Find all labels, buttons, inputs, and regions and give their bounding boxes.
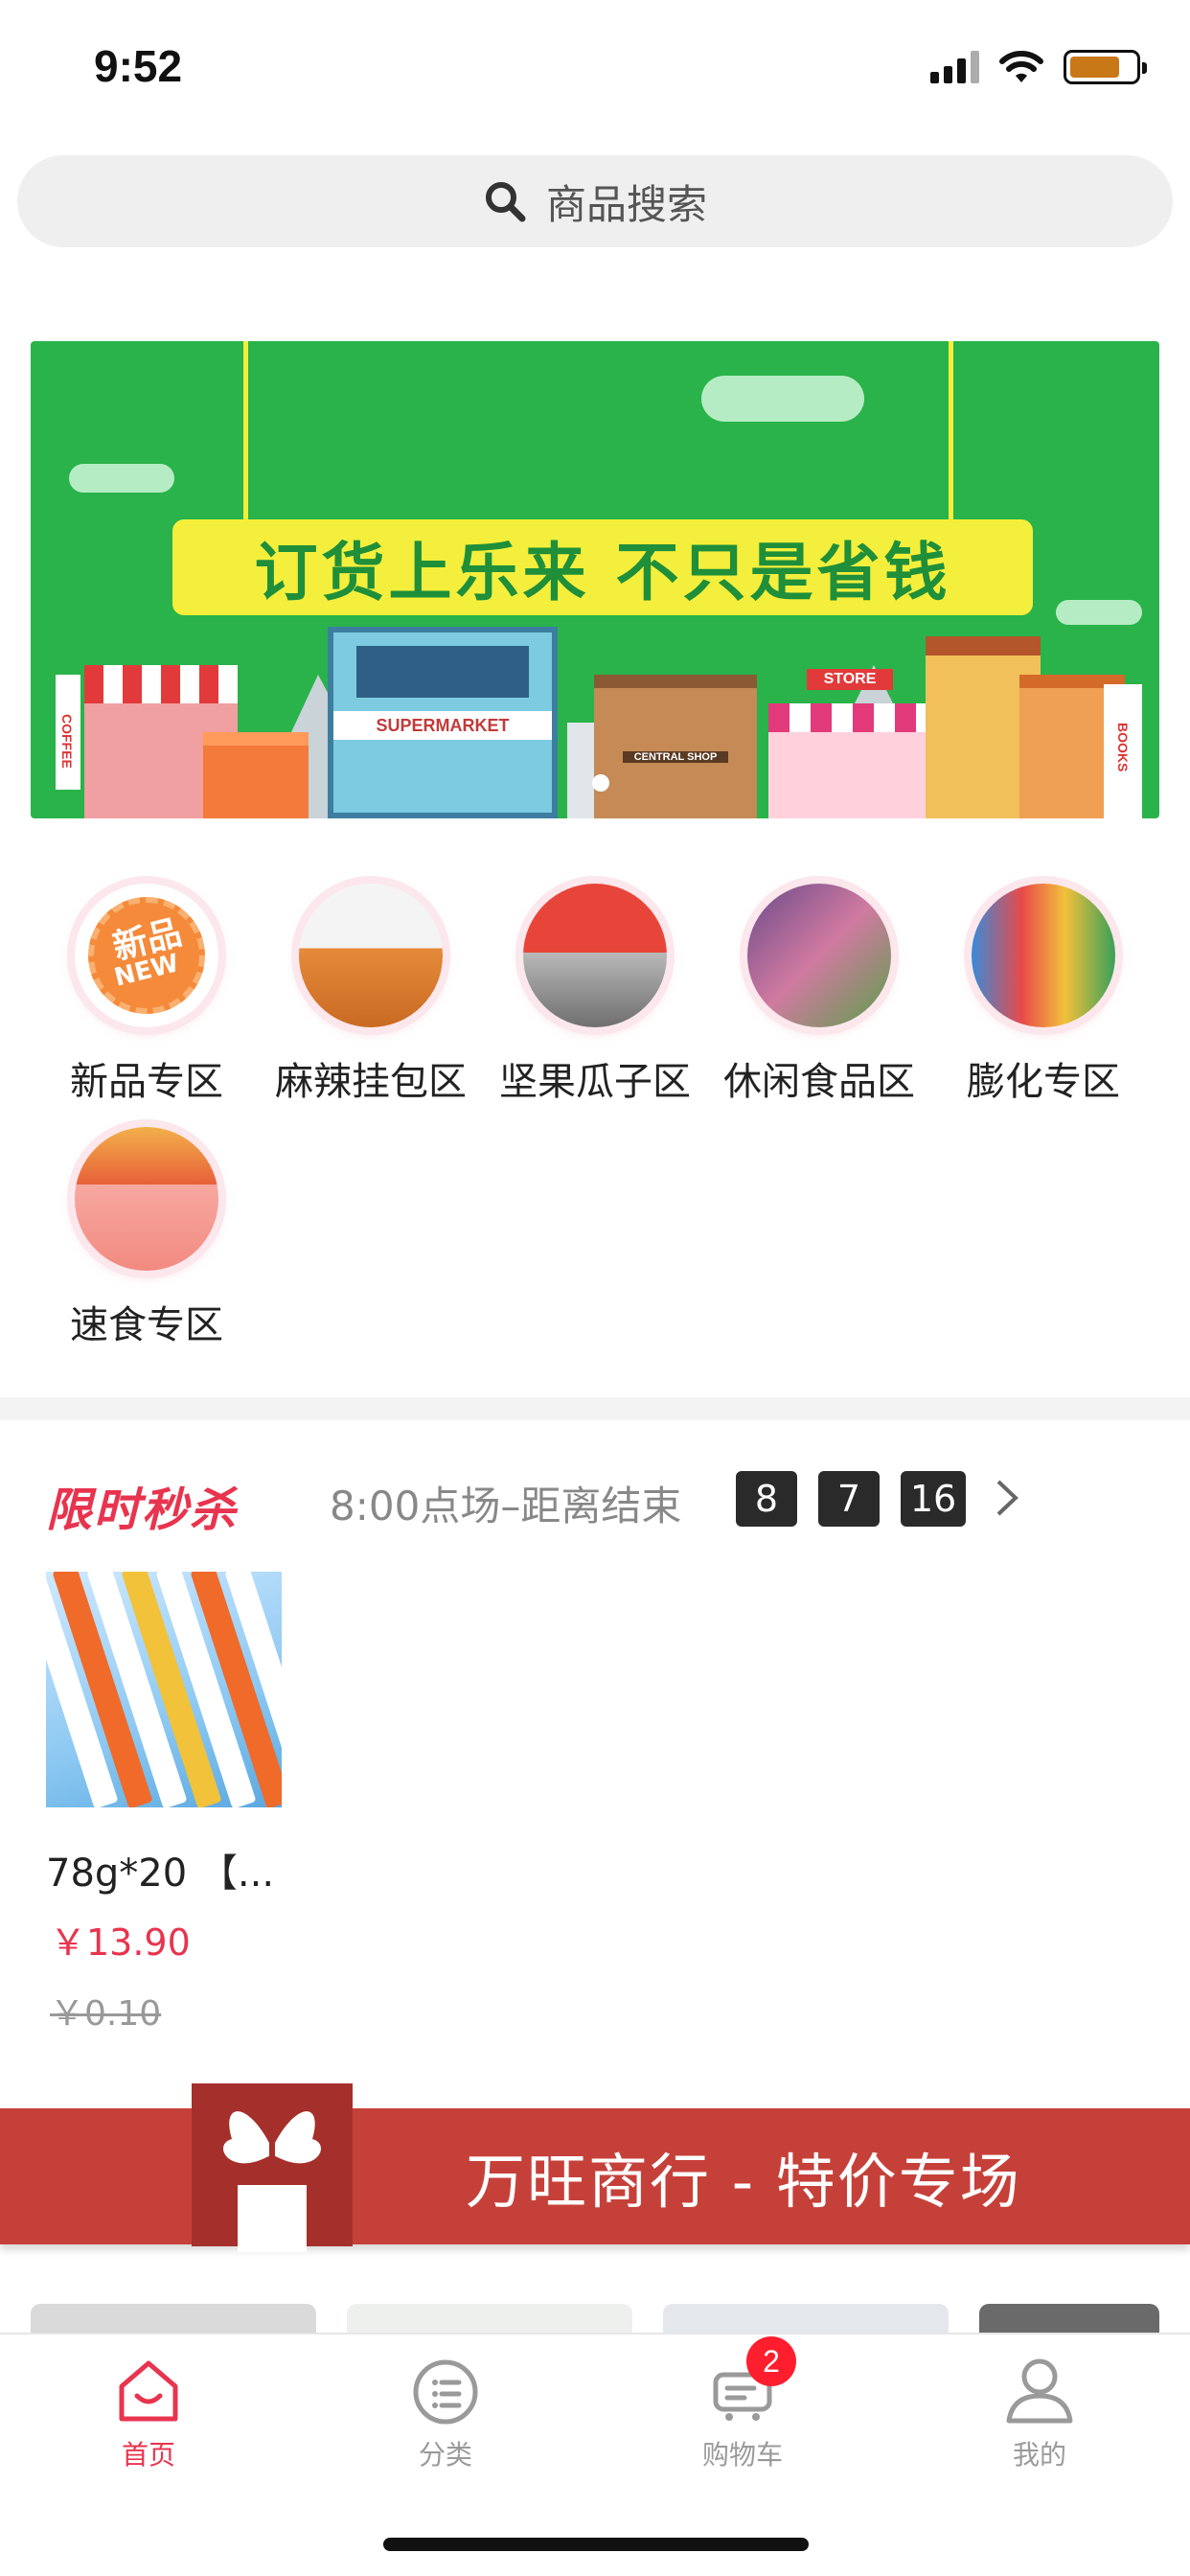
product-preview[interactable] [347,2304,632,2333]
category-puffed-food[interactable]: 膨化专区 [931,884,1156,1106]
central-shop-sign: CENTRAL SHOP [623,751,728,763]
carousel-indicator [592,774,609,792]
tab-label: 我的 [1012,2439,1066,2471]
supermarket-sign: SUPERMARKET [333,711,552,740]
wifi-icon [999,51,1043,82]
tab-label: 购物车 [701,2439,783,2471]
spicy-snack-icon [299,884,443,1027]
tab-label: 首页 [121,2439,175,2471]
search-bar[interactable]: 商品搜索 [17,155,1173,247]
tab-label: 分类 [418,2439,472,2471]
product-name[interactable]: 78g*20 【... [46,1842,274,1898]
chevron-right-icon[interactable] [993,1476,1021,1530]
category-label: 坚果瓜子区 [499,1060,691,1104]
bottom-tab-bar: 首页 分类 2 购物车 我的 [0,2333,1190,2576]
cart-badge: 2 [746,2336,796,2386]
tab-profile[interactable]: 我的 [891,2354,1188,2472]
puffed-food-icon [972,884,1115,1027]
timer-seconds: 16 [901,1471,966,1527]
product-price: ￥13.90 [50,1921,191,1964]
banner-slogan: 订货上乐来 不只是省钱 [254,536,951,610]
category-nuts-seeds[interactable]: 坚果瓜子区 [483,884,707,1106]
category-label: 麻辣挂包区 [275,1060,467,1104]
nuts-seeds-icon [523,884,667,1027]
product-preview[interactable] [979,2304,1159,2333]
cart-icon: 2 [706,2336,796,2426]
category-label: 休闲食品区 [723,1060,915,1104]
tab-cart[interactable]: 2 购物车 [594,2336,891,2472]
timer-hours: 8 [736,1471,797,1527]
leisure-food-icon [747,884,891,1027]
search-icon [485,182,526,222]
status-bar: 9:52 [0,0,1190,144]
category-label: 速食专区 [70,1303,223,1347]
category-icon [409,2354,482,2426]
product-original-price: ￥0.10 [50,1994,162,2034]
category-new-products[interactable]: 新品 NEW 新品专区 [34,884,259,1106]
product-image[interactable] [46,1572,282,1807]
promo-banner[interactable]: 订货上乐来 不只是省钱 COFFEE SUPERMARKET CENTRAL S… [31,341,1159,818]
category-spicy-snacks[interactable]: 麻辣挂包区 [259,884,483,1106]
category-label: 新品专区 [70,1060,223,1104]
product-preview[interactable] [663,2304,949,2333]
cellular-signal-icon [930,51,979,83]
product-preview[interactable] [31,2304,316,2333]
banner-slogan-box: 订货上乐来 不只是省钱 [172,519,1033,615]
butterfly-icon [223,2111,321,2164]
battery-icon [1064,50,1147,84]
new-products-icon: 新品 NEW [75,884,218,1027]
books-sign: BOOKS [1115,723,1131,772]
search-placeholder: 商品搜索 [545,180,707,228]
category-instant-food[interactable]: 速食专区 [34,1127,259,1349]
flash-sale-title: 限时秒杀 [46,1484,239,1537]
central-shop-illustration: CENTRAL SHOP [594,675,757,818]
category-leisure-food[interactable]: 休闲食品区 [707,884,931,1106]
status-icons [930,50,1147,84]
home-icon [112,2354,185,2426]
status-time: 9:52 [94,41,183,91]
section-divider [0,1397,1190,1420]
flash-sale-session: 8:00点场–距离结束 [330,1483,682,1530]
tab-category[interactable]: 分类 [297,2354,594,2472]
store-illustration: STORE [768,669,931,818]
instant-food-icon [75,1127,218,1271]
home-indicator[interactable] [383,2538,809,2551]
supermarket-illustration: SUPERMARKET [328,627,558,818]
books-sign-illustration: BOOKS [1104,684,1142,818]
category-label: 膨化专区 [967,1060,1120,1104]
store-sign: STORE [807,669,893,690]
profile-icon [1003,2354,1076,2426]
special-offer-title: 万旺商行 - 特价专场 [466,2147,1021,2217]
tab-home[interactable]: 首页 [0,2354,297,2472]
timer-minutes: 7 [818,1471,880,1527]
ribbon-tail [238,2185,307,2252]
coffee-sign: COFFEE [59,714,75,769]
